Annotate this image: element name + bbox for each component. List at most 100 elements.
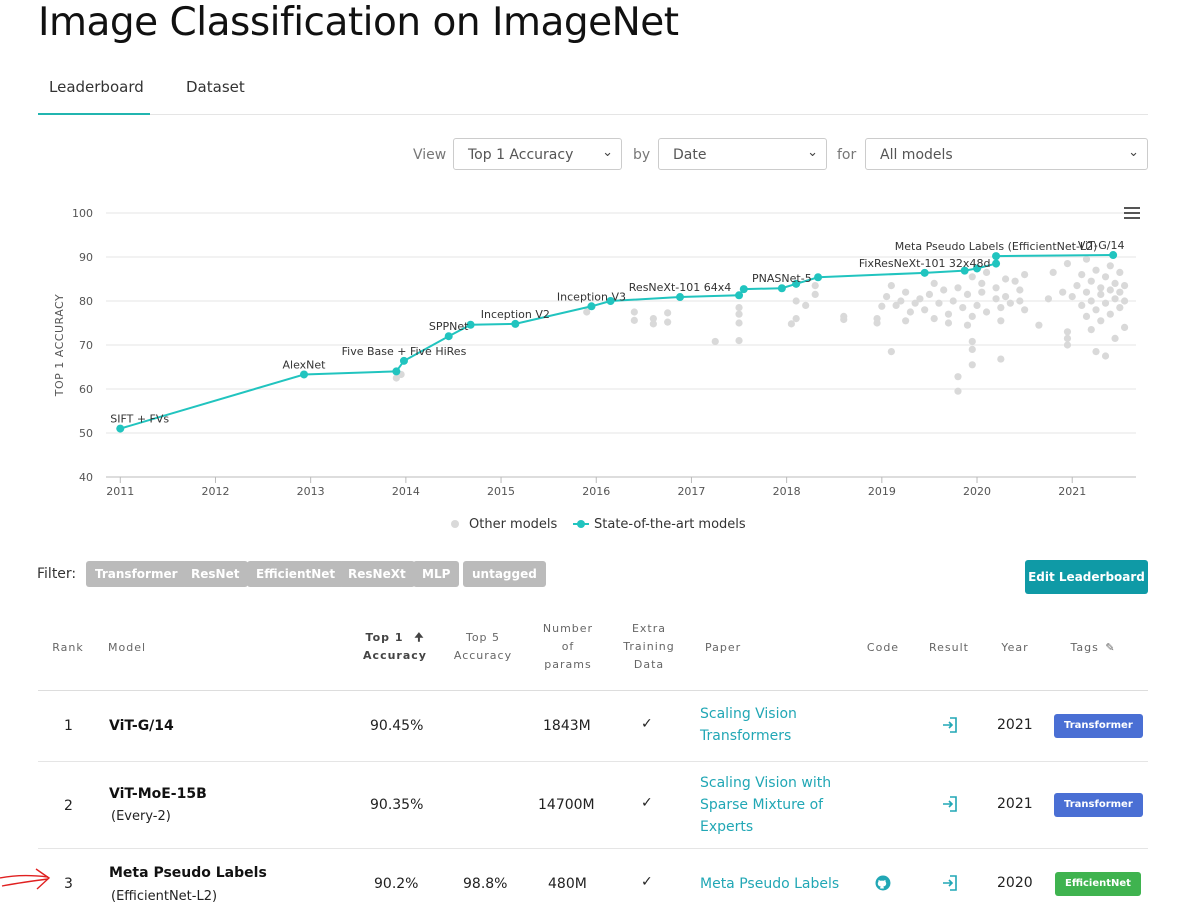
other-model-point [1035,321,1043,329]
other-model-point [735,310,743,318]
filter-chip-resnet[interactable]: ResNet [182,561,249,587]
result-link-icon[interactable] [941,795,959,813]
other-model-point [1101,299,1110,307]
th-rank[interactable]: Rank [46,639,90,657]
other-model-point [1111,334,1119,342]
other-model-point [664,309,672,317]
other-model-point [954,284,962,292]
th-paper[interactable]: Paper [705,639,745,657]
other-model-point [968,361,976,369]
other-model-point [930,315,938,323]
other-model-point [630,316,638,324]
for-select[interactable]: All models ⌄ [865,138,1148,170]
result-link-icon[interactable] [941,874,959,892]
th-top1[interactable]: Top 1 🠉 Accuracy [356,629,434,665]
sota-point [920,268,929,277]
other-model-point [949,297,957,305]
th-code[interactable]: Code [862,639,904,657]
row-extra-data-check: ✓ [641,716,653,732]
other-model-point [963,290,972,298]
other-model-point [902,317,910,325]
table-row[interactable]: 2 ViT-MoE-15B (Every-2) 90.35% 14700M ✓ … [38,762,1148,849]
row-extra-data-check: ✓ [641,795,653,811]
row-model-variant: (EfficientNet-L2) [111,889,218,904]
filter-chip-transformer[interactable]: Transformer [86,561,187,587]
x-tick-label: 2018 [773,485,801,498]
sota-point-label: AlexNet [283,358,327,371]
tab-bar: Leaderboard Dataset [38,68,1148,115]
th-result[interactable]: Result [924,639,974,657]
th-year[interactable]: Year [993,639,1037,657]
row-params: 14700M [538,797,595,813]
chart-menu-icon[interactable] [1124,207,1140,221]
other-model-point [935,299,943,307]
filter-chip-efficientnet[interactable]: EfficientNet [247,561,345,587]
table-row[interactable]: 1 ViT-G/14 90.45% 1843M ✓ Scaling Vision… [38,691,1148,762]
x-tick-label: 2011 [106,485,134,498]
sota-point-label: Inception V2 [481,308,550,321]
row-params: 1843M [543,718,591,734]
other-model-point [1068,293,1076,301]
sota-point-label: FixResNeXt-101 32x48d [859,257,991,270]
row-model-name[interactable]: Meta Pseudo Labels [109,865,267,881]
th-params[interactable]: Number of params [531,620,605,674]
page-title: Image Classification on ImageNet [38,0,679,45]
other-model-point [1092,348,1100,356]
sota-point-label: Meta Pseudo Labels (EfficientNet-L2) [895,240,1098,253]
filter-chip-mlp[interactable]: MLP [413,561,460,587]
other-model-point [1101,352,1110,360]
row-model-name[interactable]: ViT-G/14 [109,718,174,734]
row-tag[interactable]: Transformer [1054,714,1143,738]
edit-leaderboard-button[interactable]: Edit Leaderboard [1025,560,1148,594]
sota-point [676,293,685,302]
th-model[interactable]: Model [108,639,158,657]
row-rank: 1 [64,718,73,734]
other-model-point [1087,326,1095,334]
other-model-point [1006,299,1014,307]
chevron-down-icon: ⌄ [807,145,818,160]
other-model-point [1001,293,1010,301]
github-icon[interactable] [875,875,891,891]
by-select[interactable]: Date ⌄ [658,138,827,170]
row-model-name[interactable]: ViT-MoE-15B [109,786,207,802]
th-top5[interactable]: Top 5 Accuracy [444,629,522,665]
table-row[interactable]: 3 Meta Pseudo Labels (EfficientNet-L2) 9… [38,849,1148,919]
row-top1: 90.35% [370,797,424,813]
by-select-value: Date [673,147,707,163]
tab-leaderboard[interactable]: Leaderboard [49,78,144,96]
edit-tags-icon[interactable]: ✎ [1105,641,1115,654]
tab-dataset[interactable]: Dataset [186,78,245,96]
row-year: 2021 [997,717,1033,733]
th-tags[interactable]: Tags ✎ [1068,639,1118,657]
sota-point [300,370,309,379]
chevron-down-icon: ⌄ [602,145,613,160]
row-top5: 98.8% [463,876,508,892]
other-model-point [1097,317,1105,325]
other-model-point [992,295,1000,303]
row-paper-link[interactable]: Scaling Vision Transformers [700,703,797,747]
other-model-point [1078,271,1086,279]
row-tag[interactable]: EfficientNet [1055,872,1141,896]
sota-point-label: PNASNet-5 [752,272,812,285]
row-paper-link[interactable]: Scaling Vision with Sparse Mixture of Ex… [700,772,831,838]
row-paper-link[interactable]: Meta Pseudo Labels [700,873,839,895]
other-model-point [906,308,914,316]
filter-chip-untagged[interactable]: untagged [463,561,546,587]
other-model-point [878,302,886,310]
other-model-point [1106,286,1114,294]
other-model-point [1021,271,1029,279]
row-tag[interactable]: Transformer [1054,793,1143,817]
view-select[interactable]: Top 1 Accuracy ⌄ [453,138,622,170]
filter-chip-resnext[interactable]: ResNeXt [339,561,415,587]
row-params: 480M [548,876,587,892]
other-model-point [802,301,810,309]
x-tick-label: 2021 [1058,485,1086,498]
filter-label: Filter: [37,566,77,582]
other-model-point [1063,260,1072,268]
sort-arrow-up-icon: 🠉 [414,631,425,644]
x-tick-label: 2017 [677,485,705,498]
other-model-point [1063,334,1072,342]
th-extra-data[interactable]: Extra Training Data [614,620,684,674]
result-link-icon[interactable] [941,716,959,734]
other-model-point [954,387,962,395]
